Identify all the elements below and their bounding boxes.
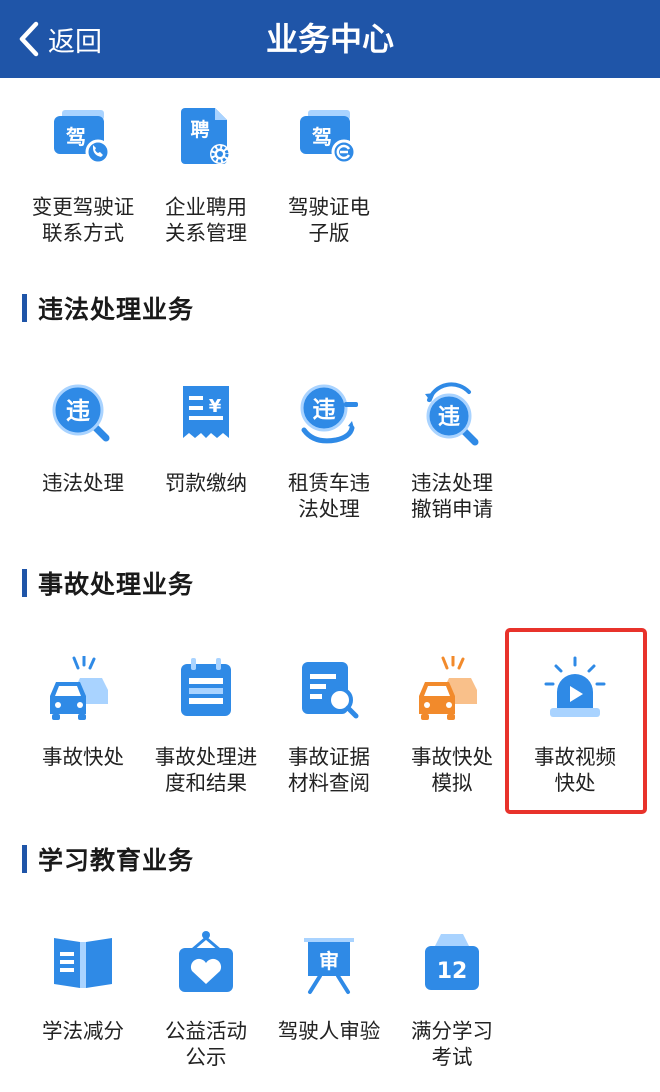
accident-progress-icon xyxy=(173,656,239,722)
rental-violation-icon: 违 xyxy=(296,382,362,448)
fine-receipt-icon: ¥ xyxy=(173,382,239,448)
tile-label: 驾驶证电 子版 xyxy=(288,195,370,245)
tile-label: 违法处理 xyxy=(42,471,124,495)
calendar-number: 12 xyxy=(437,959,468,984)
review-glyph: 审 xyxy=(319,949,339,973)
tile-driver-review[interactable]: 审 驾驶人审验 xyxy=(268,930,390,1080)
violation-glyph: 违 xyxy=(66,397,90,425)
license-phone-icon: 驾 xyxy=(50,106,116,172)
tile-change-license-contact[interactable]: 驾 变更驾驶证 联系方式 xyxy=(22,106,144,256)
tile-violation-revoke[interactable]: 违 违法处理 撤销申请 xyxy=(391,382,513,532)
license-glyph: 驾 xyxy=(66,125,86,149)
open-book-icon xyxy=(50,930,116,996)
tile-label: 学法减分 xyxy=(42,1019,124,1043)
calendar-exam-icon: 12 xyxy=(419,930,485,996)
section-header-education: 学习教育业务 xyxy=(22,844,195,875)
license-glyph: 驾 xyxy=(312,125,332,149)
violation-services-row: 违 违法处理 ¥ 罚款缴纳 违 租赁车违 法处理 违 违法处理 撤销申请 xyxy=(0,382,660,532)
tile-accident-simulation[interactable]: 事故快处 模拟 xyxy=(391,656,513,806)
back-label: 返回 xyxy=(48,26,102,58)
tile-label: 变更驾驶证 联系方式 xyxy=(31,195,135,245)
tile-label: 企业聘用 关系管理 xyxy=(165,195,247,245)
tile-rental-violation[interactable]: 违 租赁车违 法处理 xyxy=(268,382,390,532)
section-accent-bar xyxy=(22,569,27,597)
tile-label: 罚款缴纳 xyxy=(165,471,247,495)
back-button[interactable]: 返回 xyxy=(14,14,102,64)
tile-label: 事故快处 模拟 xyxy=(411,745,493,795)
tile-full-score-exam[interactable]: 12 满分学习 考试 xyxy=(391,930,513,1080)
violation-glyph: 违 xyxy=(313,397,336,423)
tile-violation-handling[interactable]: 违 违法处理 xyxy=(22,382,144,532)
accident-simulation-icon xyxy=(419,656,485,722)
tile-label: 租赁车违 法处理 xyxy=(288,471,370,521)
evidence-search-icon xyxy=(296,656,362,722)
yuan-glyph: ¥ xyxy=(209,396,222,417)
tile-charity-announcement[interactable]: 公益活动 公示 xyxy=(145,930,267,1080)
review-easel-icon: 审 xyxy=(296,930,362,996)
tile-accident-quick[interactable]: 事故快处 xyxy=(22,656,144,806)
tile-electronic-license[interactable]: 驾 驾驶证电 子版 xyxy=(268,106,390,256)
tile-label: 事故处理进 度和结果 xyxy=(154,745,258,795)
charity-heart-icon xyxy=(173,930,239,996)
highlight-box xyxy=(505,628,647,814)
tile-label: 事故快处 xyxy=(42,745,124,769)
car-accident-icon xyxy=(50,656,116,722)
section-title: 学习教育业务 xyxy=(38,846,195,875)
chevron-left-icon xyxy=(19,21,39,57)
section-accent-bar xyxy=(22,845,27,873)
tile-fine-payment[interactable]: ¥ 罚款缴纳 xyxy=(145,382,267,532)
tile-employment-management[interactable]: 聘 企业聘用 关系管理 xyxy=(145,106,267,256)
education-services-row: 学法减分 公益活动 公示 审 驾驶人审验 12 满分学习 考试 xyxy=(0,930,660,1080)
tile-label: 公益活动 公示 xyxy=(165,1019,247,1069)
header-bar: 返回 业务中心 xyxy=(0,0,660,78)
license-services-row: 驾 变更驾驶证 联系方式 聘 企业聘用 关系管理 驾 驾驶证电 子版 xyxy=(0,106,660,256)
tile-label: 满分学习 考试 xyxy=(411,1019,493,1069)
tile-study-law-points[interactable]: 学法减分 xyxy=(22,930,144,1080)
employ-glyph: 聘 xyxy=(190,118,209,141)
tile-label: 违法处理 撤销申请 xyxy=(411,471,493,521)
violation-glyph: 违 xyxy=(438,404,460,430)
employ-document-icon: 聘 xyxy=(173,106,239,172)
violation-search-icon: 违 xyxy=(50,382,116,448)
electronic-license-icon: 驾 xyxy=(296,106,362,172)
tile-evidence-review[interactable]: 事故证据 材料查阅 xyxy=(268,656,390,806)
section-title: 违法处理业务 xyxy=(38,295,195,324)
tile-label: 事故证据 材料查阅 xyxy=(288,745,370,795)
section-header-violations: 违法处理业务 xyxy=(22,293,195,324)
violation-revoke-icon: 违 xyxy=(419,382,485,448)
section-title: 事故处理业务 xyxy=(38,570,195,599)
section-accent-bar xyxy=(22,294,27,322)
tile-accident-progress[interactable]: 事故处理进 度和结果 xyxy=(145,656,267,806)
tile-label: 驾驶人审验 xyxy=(277,1019,381,1043)
section-header-accidents: 事故处理业务 xyxy=(22,568,195,599)
